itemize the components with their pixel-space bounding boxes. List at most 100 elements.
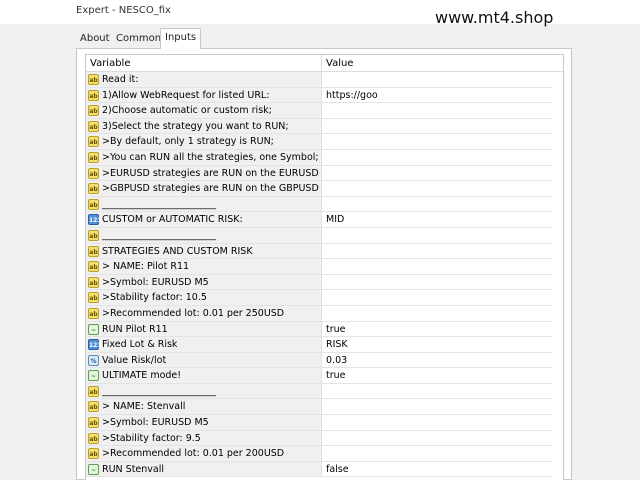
- variable-cell[interactable]: ~ ULTIMATE mode!: [86, 368, 322, 383]
- variable-label: CUSTOM or AUTOMATIC RISK:: [102, 214, 243, 226]
- string-param-icon: ab: [88, 151, 99, 163]
- table-row[interactable]: ab > NAME: Pilot R11: [86, 259, 552, 275]
- variable-label: >Symbol: EURUSD M5: [102, 276, 209, 288]
- table-row[interactable]: ab >By default, only 1 strategy is RUN;: [86, 134, 552, 150]
- enum-param-icon: 123: [88, 339, 102, 351]
- table-row[interactable]: ab ________________________: [86, 196, 552, 213]
- variable-label: 3)Select the strategy you want to RUN;: [102, 120, 289, 132]
- variable-cell[interactable]: ab >Stability factor: 9.5: [86, 430, 322, 446]
- variable-cell[interactable]: ab 1)Allow WebRequest for listed URL:: [86, 87, 322, 103]
- value-cell[interactable]: false: [326, 464, 349, 475]
- variable-cell[interactable]: ab >Symbol: EURUSD M5: [86, 415, 322, 430]
- variable-label: >GBPUSD strategies are RUN on the GBPUSD…: [102, 183, 320, 195]
- table-row[interactable]: ab > NAME: Stenvall: [86, 399, 552, 416]
- table-row[interactable]: 123 Fixed Lot & Risk RISK: [86, 337, 552, 353]
- grid-header: Variable Value: [86, 55, 563, 72]
- double-param-icon: %: [88, 354, 99, 366]
- variable-label: 1)Allow WebRequest for listed URL:: [102, 89, 270, 101]
- variable-cell[interactable]: ab >By default, only 1 strategy is RUN;: [86, 134, 322, 149]
- table-row[interactable]: ab ________________________: [86, 227, 552, 244]
- variable-cell[interactable]: ab > NAME: Pilot R11: [86, 259, 322, 274]
- column-header-variable[interactable]: Variable: [90, 58, 131, 69]
- variable-cell[interactable]: ab >EURUSD strategies are RUN on the EURU…: [86, 165, 322, 181]
- string-param-icon: ab: [88, 417, 99, 429]
- variable-label: >By default, only 1 strategy is RUN;: [102, 136, 274, 148]
- variable-cell[interactable]: ab >Symbol: EURUSD M5: [86, 274, 322, 290]
- string-param-icon: ab: [88, 307, 99, 319]
- variable-label: Read it:: [102, 74, 139, 85]
- variable-cell[interactable]: % Value Risk/lot: [86, 352, 322, 368]
- value-cell[interactable]: true: [326, 324, 346, 335]
- variable-label: STRATEGIES AND CUSTOM RISK: [102, 245, 253, 257]
- variable-cell[interactable]: ab Read it:: [86, 72, 322, 87]
- variable-cell[interactable]: ab ________________________: [86, 227, 322, 243]
- column-divider[interactable]: [321, 55, 322, 72]
- variable-label: 2)Choose automatic or custom risk;: [102, 105, 272, 117]
- table-row[interactable]: ab STRATEGIES AND CUSTOM RISK: [86, 243, 552, 260]
- tab-inputs[interactable]: Inputs: [160, 28, 202, 49]
- string-param-icon: ab: [88, 105, 99, 117]
- variable-cell[interactable]: ab 3)Select the strategy you want to RUN;: [86, 118, 322, 134]
- value-cell[interactable]: https://goo: [326, 90, 378, 101]
- table-row[interactable]: ab >Stability factor: 10.5: [86, 290, 552, 306]
- table-row[interactable]: ~ ULTIMATE mode! true: [86, 368, 552, 384]
- string-param-icon: ab: [88, 276, 99, 288]
- string-param-icon: ab: [88, 292, 99, 304]
- table-row[interactable]: ab >GBPUSD strategies are RUN on the GBPU…: [86, 181, 552, 197]
- table-row[interactable]: ab >You can RUN all the strategies, one S…: [86, 149, 552, 166]
- string-param-icon: ab: [88, 89, 99, 101]
- variable-label: >Recommended lot: 0.01 per 250USD: [102, 307, 285, 319]
- table-row[interactable]: ab 2)Choose automatic or custom risk;: [86, 103, 552, 119]
- string-param-icon: ab: [88, 261, 99, 273]
- table-row[interactable]: ab 1)Allow WebRequest for listed URL: http…: [86, 87, 552, 104]
- string-param-icon: ab: [88, 401, 99, 413]
- table-row[interactable]: 123 CUSTOM or AUTOMATIC RISK: MID: [86, 212, 552, 228]
- value-cell[interactable]: true: [326, 370, 346, 381]
- table-row[interactable]: ab Read it:: [86, 72, 552, 88]
- variable-cell[interactable]: ab >You can RUN all the strategies, one S…: [86, 149, 322, 165]
- variable-cell[interactable]: ab >Recommended lot: 0.01 per 200USD: [86, 446, 322, 461]
- string-param-icon: ab: [88, 74, 99, 85]
- table-row[interactable]: ~ RUN Stenvall false: [86, 461, 552, 478]
- variable-cell[interactable]: ab ________________________: [86, 383, 322, 399]
- variable-cell[interactable]: ~ RUN Stenvall: [86, 461, 322, 477]
- value-cell[interactable]: MID: [326, 214, 344, 225]
- table-row[interactable]: ab >Recommended lot: 0.01 per 200USD: [86, 446, 552, 462]
- variable-cell[interactable]: ab > NAME: Stenvall: [86, 399, 322, 415]
- string-param-icon: ab: [88, 229, 99, 241]
- table-row[interactable]: ~ RUN Pilot R11 true: [86, 321, 552, 338]
- variable-label: RUN Stenvall: [102, 463, 165, 475]
- table-row[interactable]: ab >Symbol: EURUSD M5: [86, 415, 552, 431]
- table-row[interactable]: % Value Risk/lot 0.03: [86, 352, 552, 369]
- table-row[interactable]: ab >Stability factor: 9.5: [86, 430, 552, 447]
- table-row[interactable]: ab >EURUSD strategies are RUN on the EURU…: [86, 165, 552, 182]
- bool-param-icon: ~: [88, 370, 99, 382]
- bool-param-icon: ~: [88, 463, 99, 475]
- table-row[interactable]: ab ________________________: [86, 383, 552, 400]
- variable-label: RUN Pilot R11: [102, 323, 168, 335]
- variable-cell[interactable]: ab STRATEGIES AND CUSTOM RISK: [86, 243, 322, 259]
- column-header-value[interactable]: Value: [326, 58, 353, 69]
- variable-cell[interactable]: ab >Recommended lot: 0.01 per 250USD: [86, 305, 322, 321]
- variable-cell[interactable]: ab >GBPUSD strategies are RUN on the GBPU…: [86, 181, 322, 196]
- string-param-icon: ab: [88, 432, 99, 444]
- variable-label: >Recommended lot: 0.01 per 200USD: [102, 448, 285, 460]
- variable-cell[interactable]: ab >Stability factor: 10.5: [86, 290, 322, 305]
- variable-label: >You can RUN all the strategies, one Sym…: [102, 151, 319, 163]
- table-row[interactable]: ab >Symbol: EURUSD M5: [86, 274, 552, 291]
- variable-cell[interactable]: ab ________________________: [86, 196, 322, 212]
- variable-label: >Symbol: EURUSD M5: [102, 417, 209, 429]
- variable-label: > NAME: Stenvall: [102, 401, 186, 413]
- variable-cell[interactable]: 123 Fixed Lot & Risk: [86, 337, 322, 352]
- table-row[interactable]: ab 3)Select the strategy you want to RUN;: [86, 118, 552, 135]
- variable-cell[interactable]: ~ RUN Pilot R11: [86, 321, 322, 337]
- tab-common[interactable]: Common: [112, 30, 165, 48]
- variable-cell[interactable]: ab 2)Choose automatic or custom risk;: [86, 103, 322, 118]
- value-cell[interactable]: RISK: [326, 339, 348, 350]
- table-row[interactable]: ab >Recommended lot: 0.01 per 250USD: [86, 305, 552, 322]
- string-param-icon: ab: [88, 120, 99, 132]
- variable-label: >Stability factor: 10.5: [102, 292, 207, 304]
- tab-about[interactable]: About: [76, 30, 114, 48]
- value-cell[interactable]: 0.03: [326, 355, 347, 366]
- variable-cell[interactable]: 123 CUSTOM or AUTOMATIC RISK:: [86, 212, 322, 227]
